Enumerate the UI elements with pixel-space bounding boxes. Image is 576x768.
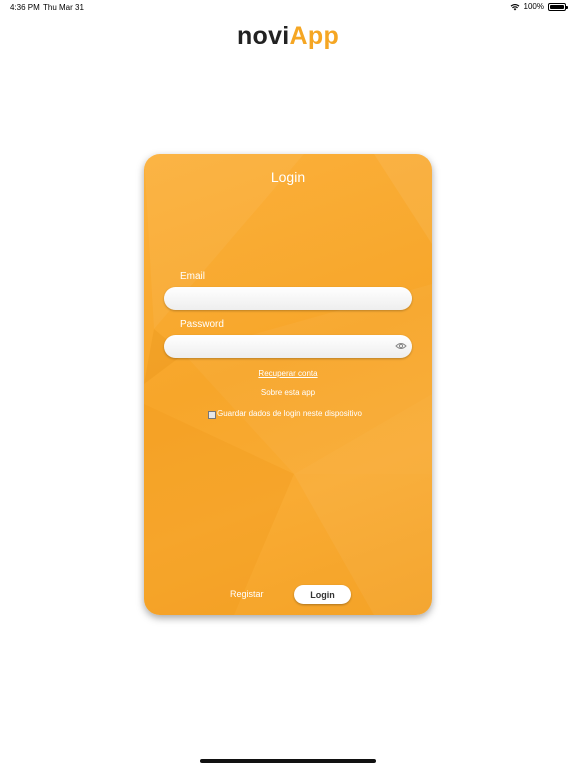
card-background-pattern (144, 154, 432, 615)
password-field[interactable] (164, 335, 412, 358)
home-indicator[interactable] (200, 759, 376, 763)
password-label: Password (180, 319, 224, 330)
remember-login-checkbox[interactable] (208, 411, 216, 419)
app-logo: noviApp (0, 22, 576, 51)
register-button[interactable]: Registar (230, 589, 264, 599)
recover-account-link[interactable]: Recuperar conta (144, 369, 432, 378)
screen: 4:36 PM Thu Mar 31 100% noviApp Login Em… (0, 0, 576, 768)
battery-percent: 100% (523, 2, 544, 11)
status-time: 4:36 PM (10, 3, 40, 12)
login-card: Login Email Password Recuperar conta Sob… (144, 154, 432, 615)
login-title: Login (270, 169, 306, 185)
email-field[interactable] (164, 287, 412, 310)
login-button[interactable]: Login (294, 585, 351, 604)
battery-fill (550, 4, 564, 9)
email-label: Email (180, 271, 206, 282)
status-date: Thu Mar 31 (43, 3, 84, 12)
remember-login-option[interactable]: Guardar dados de login neste dispositivo (208, 408, 362, 419)
remember-login-label: Guardar dados de login neste dispositivo (217, 409, 362, 418)
logo-text-app: App (289, 22, 340, 50)
logo-text-novi: novi (236, 22, 290, 50)
battery-icon (548, 2, 568, 11)
show-password-eye-icon[interactable] (395, 341, 407, 351)
status-indicators: 100% (510, 2, 568, 11)
about-app-link[interactable]: Sobre esta app (144, 388, 432, 397)
status-bar: 4:36 PM Thu Mar 31 100% (0, 0, 576, 16)
wifi-icon (510, 3, 519, 10)
